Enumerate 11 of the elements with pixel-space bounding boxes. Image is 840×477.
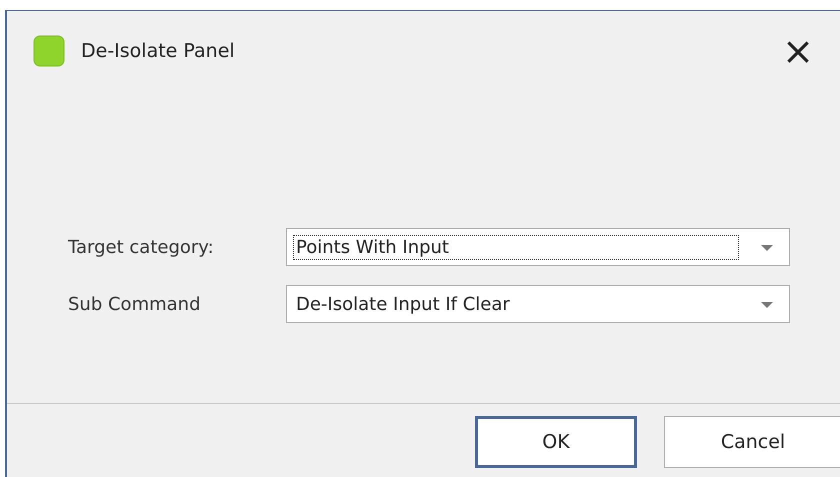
field-label: Sub Command — [68, 294, 202, 314]
ok-button[interactable]: OK — [475, 416, 637, 468]
cancel-button[interactable]: Cancel — [664, 416, 840, 468]
caret-icon — [761, 302, 773, 308]
dropdown-field[interactable]: De-Isolate Input If Clear — [286, 285, 790, 323]
dropdown-field[interactable]: Points With Input — [286, 228, 790, 266]
close-button[interactable]: × — [776, 32, 820, 70]
app-icon — [33, 35, 65, 67]
field-label: Target category: — [68, 236, 215, 258]
caret-icon — [761, 245, 773, 251]
window-title: De-Isolate Panel — [81, 40, 235, 62]
